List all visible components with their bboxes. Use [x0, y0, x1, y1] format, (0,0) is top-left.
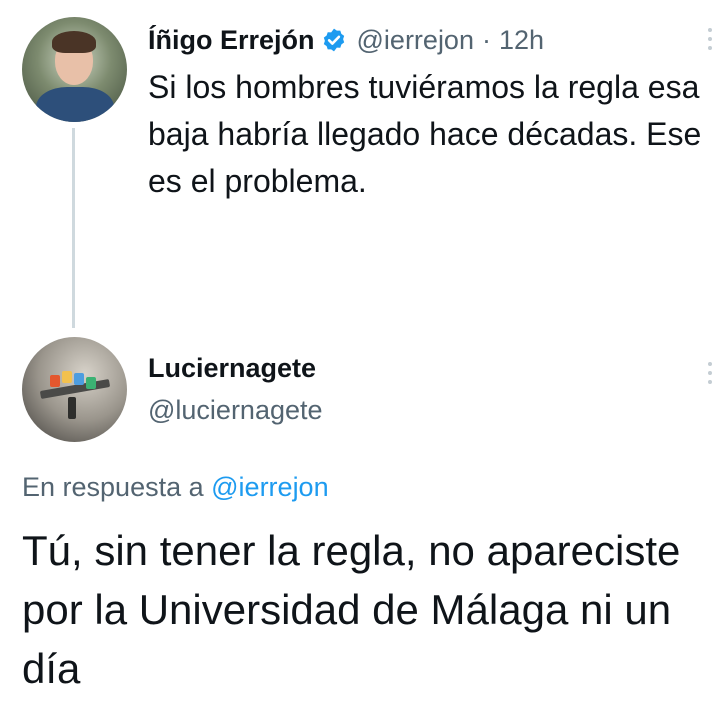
- avatar-lego-red: [50, 375, 60, 387]
- original-tweet[interactable]: Íñigo Errejón @ierrejon · 12h Si los hom…: [0, 0, 720, 330]
- more-vertical-icon[interactable]: [707, 362, 713, 388]
- original-tweet-time[interactable]: 12h: [499, 25, 544, 56]
- avatar-lego-stand: [68, 397, 76, 419]
- thread-line: [72, 128, 75, 328]
- reply-tweet-text: Tú, sin tener la regla, no apareciste po…: [22, 527, 681, 692]
- reply-tweet-header: Luciernagete @luciernagete: [148, 348, 323, 430]
- avatar-hair: [52, 31, 96, 53]
- reply-prefix: En respuesta a: [22, 472, 204, 502]
- reply-context: En respuesta a @ierrejon: [22, 467, 329, 507]
- more-vertical-icon[interactable]: [707, 28, 713, 54]
- avatar-lego-blue: [74, 373, 84, 385]
- separator-dot: ·: [481, 24, 491, 55]
- reply-tweet-avatar[interactable]: [22, 337, 127, 442]
- original-tweet-text: Si los hombres tuviéramos la regla esa b…: [148, 69, 702, 199]
- verified-badge-icon: [323, 28, 344, 52]
- avatar-lego-yellow: [62, 371, 72, 383]
- reply-mention-link[interactable]: @ierrejon: [211, 472, 328, 502]
- original-tweet-header: Íñigo Errejón @ierrejon · 12h: [148, 20, 544, 60]
- avatar-shirt: [36, 87, 114, 122]
- reply-tweet-display-name[interactable]: Luciernagete: [148, 348, 323, 388]
- avatar-lego-green: [86, 377, 96, 389]
- reply-tweet-handle[interactable]: @luciernagete: [148, 390, 323, 430]
- original-tweet-avatar[interactable]: [22, 17, 127, 122]
- original-tweet-display-name[interactable]: Íñigo Errejón: [148, 25, 315, 56]
- original-tweet-handle[interactable]: @ierrejon: [357, 25, 474, 56]
